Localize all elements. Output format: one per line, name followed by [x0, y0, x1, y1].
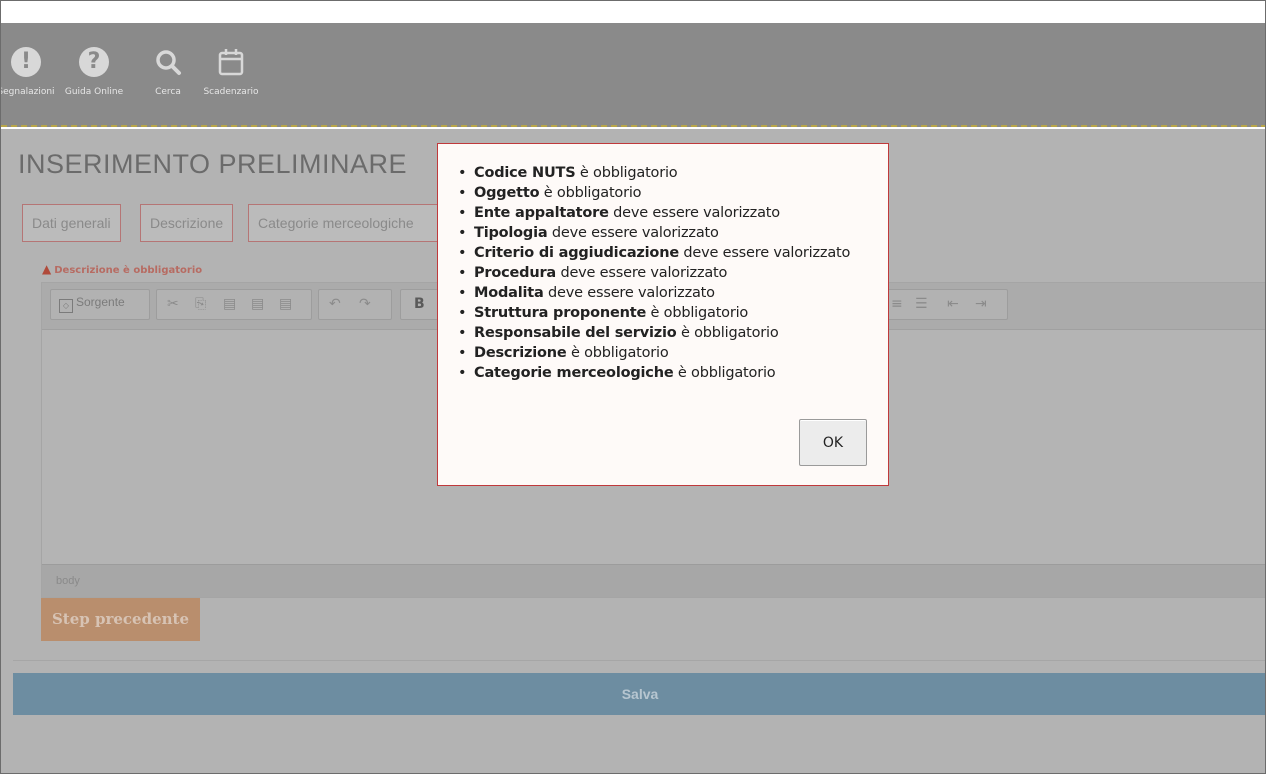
error-field-name: Ente appaltatore [474, 205, 609, 221]
error-message: deve essere valorizzato [613, 205, 780, 221]
toolbar-item-label: Scadenzario [203, 87, 259, 97]
calendar-icon [216, 47, 246, 77]
redo-icon[interactable]: ↷ [359, 296, 371, 312]
clipboard-group: ✂ ⎘ ▤ ▤ ▤ [156, 289, 312, 320]
cut-icon[interactable]: ✂ [167, 296, 179, 312]
tab-dati-generali[interactable]: Dati generali [22, 204, 121, 242]
error-message: è obbligatorio [650, 305, 749, 321]
page-title: INSERIMENTO PRELIMINARE [18, 149, 408, 179]
error-field-name: Oggetto [474, 185, 540, 201]
error-message: deve essere valorizzato [683, 245, 851, 261]
numbered-list-icon[interactable]: ≡ [891, 296, 903, 312]
error-field-name: Modalita [474, 285, 544, 301]
toolbar-item-segnalazioni[interactable]: ! Segnalazioni [0, 47, 61, 97]
list-indent-group: ≡ ☰ ⇤ ⇥ [884, 289, 1008, 320]
tab-descrizione[interactable]: Descrizione [140, 204, 234, 242]
validation-error-item: Tipologia deve essere valorizzato [458, 223, 850, 243]
tab-categorie-merceologiche[interactable]: Categorie merceologiche [248, 204, 448, 242]
error-message: è obbligatorio [579, 165, 678, 181]
bullet-list-icon[interactable]: ☰ [915, 296, 928, 312]
toolbar-item-guida-online[interactable]: ? Guida Online [64, 47, 124, 97]
source-button-label: Sorgente [76, 295, 125, 309]
error-message: deve essere valorizzato [551, 225, 719, 241]
toolbar-item-label: Guida Online [64, 87, 124, 97]
editor-status-bar: body [42, 564, 1265, 597]
paste-word-icon[interactable]: ▤ [279, 296, 292, 312]
exclamation-icon: ! [11, 47, 41, 77]
field-error-text: Descrizione è obbligatorio [54, 265, 203, 276]
warning-icon: ▲ [42, 262, 52, 276]
error-field-name: Procedura [474, 265, 557, 281]
app-window: ! Segnalazioni ? Guida Online Cerca Scad… [0, 0, 1266, 774]
toolbar-item-scadenzario[interactable]: Scadenzario [196, 47, 266, 97]
validation-error-item: Modalita deve essere valorizzato [458, 283, 850, 303]
error-field-name: Codice NUTS [474, 165, 576, 181]
bold-label: B [414, 296, 425, 312]
validation-error-item: Struttura proponente è obbligatorio [458, 303, 850, 323]
error-field-name: Descrizione [474, 345, 567, 361]
validation-error-item: Criterio di aggiudicazione deve essere v… [458, 243, 850, 263]
history-group: ↶ ↷ [318, 289, 392, 320]
validation-error-item: Responsabile del servizio è obbligatorio [458, 323, 850, 343]
toolbar-item-label: Segnalazioni [0, 87, 55, 97]
error-field-name: Criterio di aggiudicazione [474, 245, 679, 261]
error-field-name: Responsabile del servizio [474, 325, 677, 341]
outdent-icon[interactable]: ⇤ [947, 296, 959, 312]
error-message: è obbligatorio [570, 345, 669, 361]
previous-step-button[interactable]: Step precedente [41, 598, 200, 641]
error-message: è obbligatorio [543, 185, 642, 201]
error-message: è obbligatorio [677, 365, 776, 381]
copy-icon[interactable]: ⎘ [195, 296, 206, 312]
toolbar-item-cerca[interactable]: Cerca [148, 47, 188, 97]
paste-text-icon[interactable]: ▤ [251, 296, 264, 312]
error-field-name: Tipologia [474, 225, 548, 241]
validation-error-item: Descrizione è obbligatorio [458, 343, 850, 363]
source-icon: ◇ [59, 299, 73, 313]
error-message: deve essere valorizzato [560, 265, 728, 281]
top-toolbar: ! Segnalazioni ? Guida Online Cerca Scad… [0, 23, 1265, 127]
validation-error-item: Codice NUTS è obbligatorio [458, 163, 850, 183]
bold-button[interactable]: B [400, 289, 440, 320]
field-error-message: ▲ Descrizione è obbligatorio [42, 262, 202, 276]
validation-error-item: Ente appaltatore deve essere valorizzato [458, 203, 850, 223]
save-button[interactable]: Salva [13, 673, 1265, 715]
error-message: è obbligatorio [680, 325, 779, 341]
toolbar-item-label: Cerca [155, 87, 181, 97]
error-message: deve essere valorizzato [548, 285, 715, 301]
undo-icon[interactable]: ↶ [329, 296, 341, 312]
validation-error-list: Codice NUTS è obbligatorioOggetto è obbl… [458, 163, 850, 383]
validation-error-item: Oggetto è obbligatorio [458, 183, 850, 203]
element-path[interactable]: body [56, 575, 80, 587]
divider [13, 660, 1265, 661]
source-button[interactable]: ◇ Sorgente [50, 289, 150, 320]
validation-error-dialog: Codice NUTS è obbligatorioOggetto è obbl… [437, 143, 889, 486]
question-icon: ? [79, 47, 109, 77]
validation-error-item: Categorie merceologiche è obbligatorio [458, 363, 850, 383]
ok-button[interactable]: OK [799, 419, 867, 466]
paste-icon[interactable]: ▤ [223, 296, 236, 312]
indent-icon[interactable]: ⇥ [975, 296, 987, 312]
error-field-name: Categorie merceologiche [474, 365, 674, 381]
search-icon [153, 47, 183, 77]
error-field-name: Struttura proponente [474, 305, 647, 321]
validation-error-item: Procedura deve essere valorizzato [458, 263, 850, 283]
